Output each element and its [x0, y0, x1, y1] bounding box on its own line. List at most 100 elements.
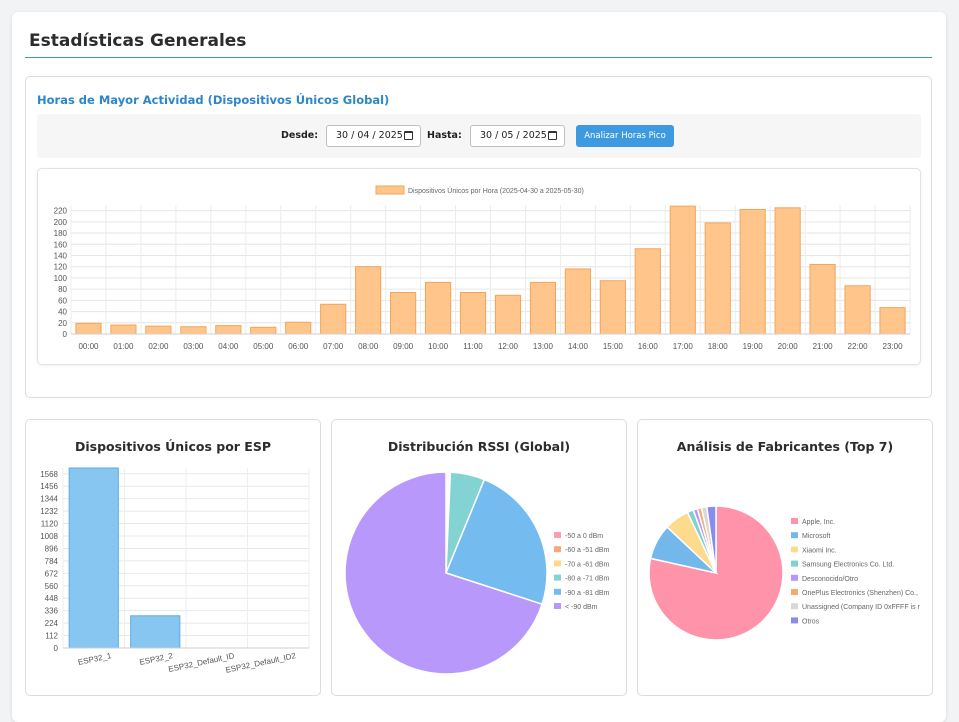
bar-0400 — [215, 325, 242, 335]
x-tick-label: 19:00 — [743, 342, 764, 351]
bar-0900 — [390, 291, 417, 335]
calendar-icon[interactable] — [548, 131, 557, 140]
legend-label: Unassigned (Company ID 0xFFFF is r — [802, 604, 921, 611]
bar-1900 — [739, 208, 766, 335]
title-divider — [25, 57, 932, 58]
x-tick-label: 03:00 — [183, 342, 204, 351]
hourly-chart-container: Dispositivos Únicos por Hora (2025-04-30… — [37, 168, 921, 365]
bar-1800 — [704, 222, 731, 335]
bar-1200 — [494, 294, 522, 335]
legend-swatch — [554, 588, 561, 595]
rssi-card: Distribución RSSI (Global) -50 a 0 dBm -6… — [331, 419, 627, 696]
y-tick-label: 160 — [54, 240, 68, 249]
bar-1100 — [459, 291, 487, 335]
x-tick-label: 21:00 — [813, 342, 834, 351]
bar-2100 — [809, 263, 836, 335]
pie-legend: Apple, Inc. Microsoft Xiaomi Inc. Samsung E… — [791, 518, 921, 625]
esp-devices-card: Dispositivos Únicos por ESP 0 112 224 336 44… — [25, 419, 321, 696]
calendar-icon[interactable] — [404, 131, 413, 140]
bar-0300 — [180, 326, 207, 335]
date-filter-bar: Desde: 30 / 04 / 2025 Hasta: 30 / 05 / 2… — [37, 114, 921, 158]
y-tick-label: 1232 — [40, 507, 58, 516]
y-tick-label: 1120 — [41, 520, 59, 529]
legend-swatch — [791, 617, 798, 624]
x-tick-label: 23:00 — [883, 342, 904, 351]
to-date-value: 30 / 05 / 2025 — [480, 130, 547, 141]
bar-1600 — [634, 248, 661, 335]
y-tick-label: 220 — [54, 207, 68, 216]
y-tick-label: 80 — [58, 285, 67, 294]
bar-1000 — [424, 281, 452, 335]
legend-swatch — [791, 560, 798, 567]
x-tick-label: 05:00 — [253, 342, 274, 351]
y-tick-label: 224 — [45, 619, 59, 628]
y-tick-label: 672 — [45, 569, 59, 578]
x-tick-label: 13:00 — [533, 342, 554, 351]
to-date-input[interactable]: 30 / 05 / 2025 — [470, 125, 565, 147]
manufacturers-pie-chart: Apple, Inc. Microsoft Xiaomi Inc. Samsung E… — [648, 505, 921, 641]
bar-0500 — [250, 326, 277, 335]
y-tick-label: 100 — [54, 274, 68, 283]
legend-label: Desconocido/Otro — [802, 576, 858, 583]
x-tick-label: ESP32_Default_ID2 — [225, 651, 297, 675]
y-tick-label: 120 — [54, 263, 68, 272]
x-tick-label: 04:00 — [218, 342, 239, 351]
legend-swatch — [554, 574, 561, 581]
legend-swatch — [791, 603, 798, 610]
legend-label: Apple, Inc. — [802, 519, 835, 526]
y-tick-label: 896 — [45, 544, 59, 553]
legend-swatch — [554, 546, 561, 553]
x-tick-label: 12:00 — [498, 342, 519, 351]
legend-label: -90 a -81 dBm — [565, 590, 610, 597]
pie-legend: -50 a 0 dBm -60 a -51 dBm -70 a -61 dBm -80… — [554, 532, 610, 611]
y-tick-label: 448 — [45, 594, 59, 603]
bar-2000 — [774, 207, 801, 335]
bar-1300 — [529, 281, 557, 335]
x-tick-label: 09:00 — [393, 342, 414, 351]
y-tick-label: 1456 — [40, 482, 58, 491]
analyze-peak-hours-button[interactable]: Analizar Horas Pico — [576, 125, 674, 147]
legend-swatch — [554, 603, 561, 609]
legend-label: Dispositivos Únicos por Hora (2025-04-30… — [408, 186, 584, 195]
x-tick-label: 16:00 — [638, 342, 659, 351]
legend-swatch — [554, 532, 561, 538]
legend-swatch — [791, 532, 798, 539]
bar-1400 — [564, 268, 591, 335]
y-tick-label: 0 — [54, 644, 59, 653]
bar-esp32_2 — [130, 615, 181, 649]
esp-bar-chart: 0 112 224 336 448 560 672 784 896 1008 1120 1232 134… — [40, 467, 310, 675]
y-tick-label: 336 — [45, 607, 59, 616]
x-tick-label: 06:00 — [288, 342, 309, 351]
peak-hours-card: Horas de Mayor Actividad (Dispositivos Ú… — [25, 76, 932, 398]
legend-label: -80 a -71 dBm — [565, 576, 610, 583]
bar-2200 — [844, 285, 871, 335]
legend-label: Otros — [802, 618, 820, 625]
page-title: Estadísticas Generales — [29, 31, 247, 51]
bar-0100 — [110, 324, 137, 335]
x-tick-label: 01:00 — [113, 342, 134, 351]
y-tick-label: 200 — [54, 218, 68, 227]
y-tick-label: 180 — [54, 229, 68, 238]
legend-label: OnePlus Electronics (Shenzhen) Co., — [802, 590, 918, 597]
y-tick-label: 784 — [45, 557, 59, 566]
y-tick-label: 0 — [63, 330, 68, 339]
x-tick-label: 11:00 — [463, 342, 483, 351]
statistics-panel: Estadísticas Generales Horas de Mayor Ac… — [12, 12, 946, 722]
from-date-input[interactable]: 30 / 04 / 2025 — [326, 125, 421, 147]
from-label: Desde: — [281, 130, 319, 141]
x-tick-label: 18:00 — [708, 342, 729, 351]
legend-label: -50 a 0 dBm — [565, 533, 603, 540]
y-tick-label: 140 — [54, 251, 68, 260]
legend-label: -60 a -51 dBm — [565, 547, 610, 554]
bar-0600 — [285, 321, 312, 335]
x-tick-label: ESP32_1 — [77, 651, 112, 667]
y-tick-label: 1568 — [40, 470, 58, 479]
x-tick-label: 17:00 — [673, 342, 694, 351]
bar-1700 — [669, 205, 696, 335]
legend-swatch — [791, 546, 798, 553]
x-tick-label: 08:00 — [358, 342, 379, 351]
to-label: Hasta: — [427, 130, 462, 141]
y-tick-label: 560 — [45, 582, 59, 591]
bar-1500 — [599, 280, 626, 335]
x-tick-label: 00:00 — [78, 342, 99, 351]
